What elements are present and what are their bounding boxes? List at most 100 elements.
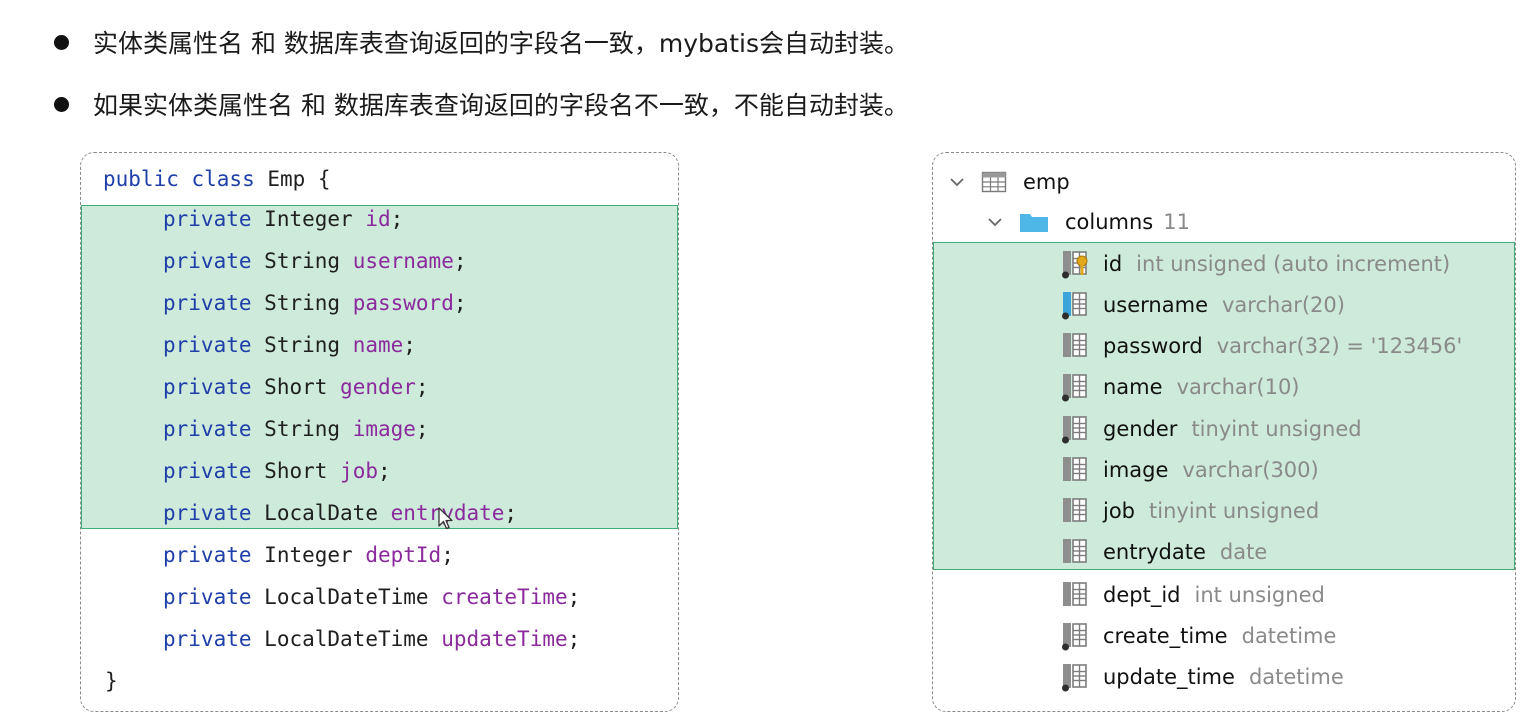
class-declaration: public class Emp { [103,163,331,195]
field-semicolon: ; [441,543,454,567]
mouse-cursor-icon [438,507,453,530]
bullet-text: 实体类属性名 和 数据库表查询返回的字段名一致，mybatis会自动封装。 [93,29,910,58]
column-row[interactable]: image varchar(300) [1061,453,1319,487]
folder-icon [1020,214,1048,232]
column-icon [1063,539,1087,563]
field-type: Integer [264,543,353,567]
field-modifier: private [163,543,252,567]
field-semicolon: ; [377,459,391,483]
column-row[interactable]: name varchar(10) [1061,370,1300,404]
field-semicolon: ; [415,417,429,441]
column-name: job [1103,499,1136,523]
indexed-column-icon [1062,292,1087,320]
field-modifier: private [163,417,252,441]
column-name: username [1103,293,1208,317]
field-type: Short [264,459,328,483]
field-type: Integer [264,207,353,231]
bullet-dot [54,96,69,112]
field-modifier: private [163,459,252,483]
column-name: create_time [1103,624,1228,648]
column-icon [1063,333,1087,357]
column-name: update_time [1103,665,1235,689]
column-name: entrydate [1103,540,1206,564]
column-row[interactable]: job tinyint unsigned [1061,494,1319,528]
table-name: emp [1023,170,1070,194]
column-type: int unsigned (auto increment) [1136,252,1451,276]
field-modifier: private [163,375,252,399]
java-code-panel: public class Emp { private Integer id; pr… [80,152,679,712]
bullet-text: 如果实体类属性名 和 数据库表查询返回的字段名不一致，不能自动封装。 [93,91,909,120]
indexed-column-icon [1062,623,1087,651]
field-declaration: private Short gender; [163,371,429,403]
column-icon [1063,498,1087,522]
field-declaration: private Integer id; [163,203,403,235]
column-row[interactable]: update_time datetime [1061,660,1344,694]
column-row[interactable]: password varchar(32) = '123456' [1061,329,1462,363]
bullet-dot [54,34,69,50]
field-type: LocalDate [264,501,378,525]
tree-node-columns[interactable]: columns 11 [985,205,1190,239]
field-semicolon: ; [453,291,467,315]
field-name: job [340,459,378,483]
field-semicolon: ; [403,333,416,357]
column-type: varchar(20) [1222,293,1345,317]
column-icon [1063,457,1087,481]
column-type: varchar(10) [1176,375,1300,399]
field-name: name [352,333,404,357]
field-name: username [352,249,454,273]
column-type: date [1219,540,1268,564]
column-icon [1063,582,1087,606]
columns-label: columns [1065,210,1154,234]
field-name: id [365,207,391,231]
indexed-column-icon [1062,416,1087,444]
class-name: Emp { [254,167,331,191]
field-declaration: private String username; [163,245,467,277]
chevron-down-icon[interactable] [947,172,967,192]
field-semicolon: ; [453,249,467,273]
field-name: image [352,417,416,441]
field-name: gender [340,375,416,399]
column-row[interactable]: gender tinyint unsigned [1061,412,1362,446]
bullet-point-2: 如果实体类属性名 和 数据库表查询返回的字段名不一致，不能自动封装。 [54,84,909,124]
field-modifier: private [163,207,252,231]
field-declaration: private LocalDateTime createTime; [163,581,580,613]
field-semicolon: ; [415,375,429,399]
column-row[interactable]: username varchar(20) [1061,288,1345,322]
column-type: datetime [1248,665,1344,689]
column-row[interactable]: create_time datetime [1061,619,1336,653]
field-name: updateTime [441,627,568,651]
primary-key-column-icon [1062,251,1088,279]
column-name: gender [1103,417,1178,441]
column-type: int unsigned [1194,583,1325,607]
class-keyword: public class [103,167,255,191]
field-modifier: private [163,501,252,525]
field-declaration: private String name; [163,329,416,361]
field-modifier: private [163,291,252,315]
column-name: image [1103,458,1169,482]
field-declaration: private LocalDateTime updateTime; [163,623,580,655]
class-closing-brace: } [105,669,118,693]
field-semicolon: ; [390,207,404,231]
field-modifier: private [163,627,252,651]
column-row[interactable]: dept_id int unsigned [1061,578,1325,612]
indexed-column-icon [1062,664,1087,692]
columns-count: 11 [1163,210,1190,234]
field-type: String [264,417,341,441]
field-modifier: private [163,585,252,609]
field-modifier: private [163,333,252,357]
table-icon [981,171,1007,193]
field-name: createTime [441,585,568,609]
field-declaration: private LocalDate entrydate; [163,497,517,529]
column-name: id [1103,252,1123,276]
column-name: name [1103,375,1163,399]
field-type: Short [264,375,328,399]
field-name: deptId [365,543,442,567]
tree-node-table-emp[interactable]: emp [947,165,1084,199]
field-declaration: private Integer deptId; [163,539,454,571]
chevron-down-icon[interactable] [985,212,1005,232]
column-type: tinyint unsigned [1191,417,1362,441]
column-row[interactable]: id int unsigned (auto increment) [1061,247,1450,281]
column-row[interactable]: entrydate date [1061,535,1267,569]
field-type: String [264,291,341,315]
field-modifier: private [163,249,252,273]
